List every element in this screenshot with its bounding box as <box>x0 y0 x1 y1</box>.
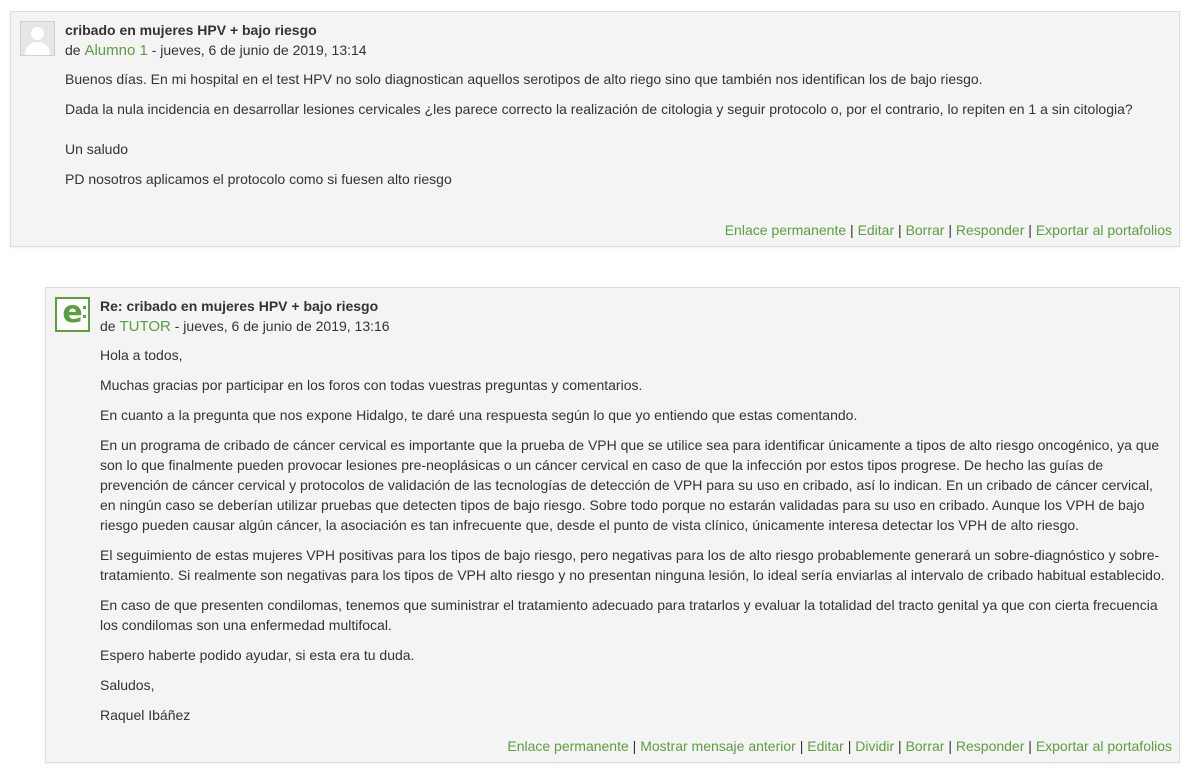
split-link[interactable]: Dividir <box>855 738 894 754</box>
user-avatar[interactable] <box>20 21 55 56</box>
author-prefix: de <box>65 42 85 58</box>
post-content: Hola a todos, Muchas gracias por partici… <box>100 345 1171 735</box>
author-link[interactable]: TUTOR <box>119 318 170 335</box>
separator: | <box>1028 222 1036 238</box>
delete-link[interactable]: Borrar <box>906 222 945 238</box>
forum-post-reply: e Re: cribado en mujeres HPV + bajo ries… <box>45 287 1180 763</box>
separator: | <box>898 222 906 238</box>
post-subject: Re: cribado en mujeres HPV + bajo riesgo <box>100 298 379 314</box>
separator: | <box>948 738 956 754</box>
post-commands: Enlace permanente | Mostrar mensaje ante… <box>507 737 1172 755</box>
permalink-link[interactable]: Enlace permanente <box>725 222 846 238</box>
post-header: Re: cribado en mujeres HPV + bajo riesgo… <box>100 297 1171 336</box>
post-paragraph: En un programa de cribado de cáncer cerv… <box>100 437 1160 533</box>
separator: | <box>850 222 858 238</box>
user-silhouette-icon <box>31 27 44 40</box>
post-subject: cribado en mujeres HPV + bajo riesgo <box>65 22 317 38</box>
post-paragraph: Muchas gracias por participar en los for… <box>100 377 643 393</box>
post-paragraph: Saludos, <box>100 677 155 693</box>
post-author-line: de TUTOR - jueves, 6 de junio de 2019, 1… <box>100 317 1171 336</box>
reply-link[interactable]: Responder <box>956 738 1025 754</box>
tutor-avatar[interactable]: e <box>55 297 90 332</box>
post-paragraph: En caso de que presenten condilomas, ten… <box>100 597 1158 633</box>
post-paragraph: En cuanto a la pregunta que nos expone H… <box>100 407 858 423</box>
delete-link[interactable]: Borrar <box>906 738 945 754</box>
post-paragraph: Dada la nula incidencia en desarrollar l… <box>65 101 1133 117</box>
permalink-link[interactable]: Enlace permanente <box>507 738 628 754</box>
post-author-line: de Alumno 1 - jueves, 6 de junio de 2019… <box>65 41 1171 60</box>
export-portfolio-link[interactable]: Exportar al portafolios <box>1036 222 1172 238</box>
post-paragraph: PD nosotros aplicamos el protocolo como … <box>65 171 452 187</box>
post-paragraph: Hola a todos, <box>100 347 183 363</box>
forum-post: cribado en mujeres HPV + bajo riesgo de … <box>10 11 1180 247</box>
post-content: Buenos días. En mi hospital en el test H… <box>65 69 1171 199</box>
separator: | <box>948 222 956 238</box>
post-date: - jueves, 6 de junio de 2019, 13:16 <box>174 318 390 334</box>
export-portfolio-link[interactable]: Exportar al portafolios <box>1036 738 1172 754</box>
post-header: cribado en mujeres HPV + bajo riesgo de … <box>65 21 1171 60</box>
author-prefix: de <box>100 318 120 334</box>
show-parent-link[interactable]: Mostrar mensaje anterior <box>640 738 796 754</box>
separator: | <box>898 738 906 754</box>
tutor-logo-icon: e <box>62 297 83 330</box>
post-paragraph: Espero haberte podido ayudar, si esta er… <box>100 647 415 663</box>
author-link[interactable]: Alumno 1 <box>84 42 147 59</box>
post-paragraph: El seguimiento de estas mujeres VPH posi… <box>100 547 1165 583</box>
post-date: - jueves, 6 de junio de 2019, 13:14 <box>151 42 367 58</box>
edit-link[interactable]: Editar <box>807 738 844 754</box>
post-signature: Raquel Ibáñez <box>100 707 191 723</box>
reply-link[interactable]: Responder <box>956 222 1025 238</box>
post-commands: Enlace permanente | Editar | Borrar | Re… <box>725 221 1172 239</box>
post-paragraph: Buenos días. En mi hospital en el test H… <box>65 71 983 87</box>
post-paragraph: Un saludo <box>65 141 129 157</box>
separator: | <box>1028 738 1036 754</box>
edit-link[interactable]: Editar <box>858 222 895 238</box>
